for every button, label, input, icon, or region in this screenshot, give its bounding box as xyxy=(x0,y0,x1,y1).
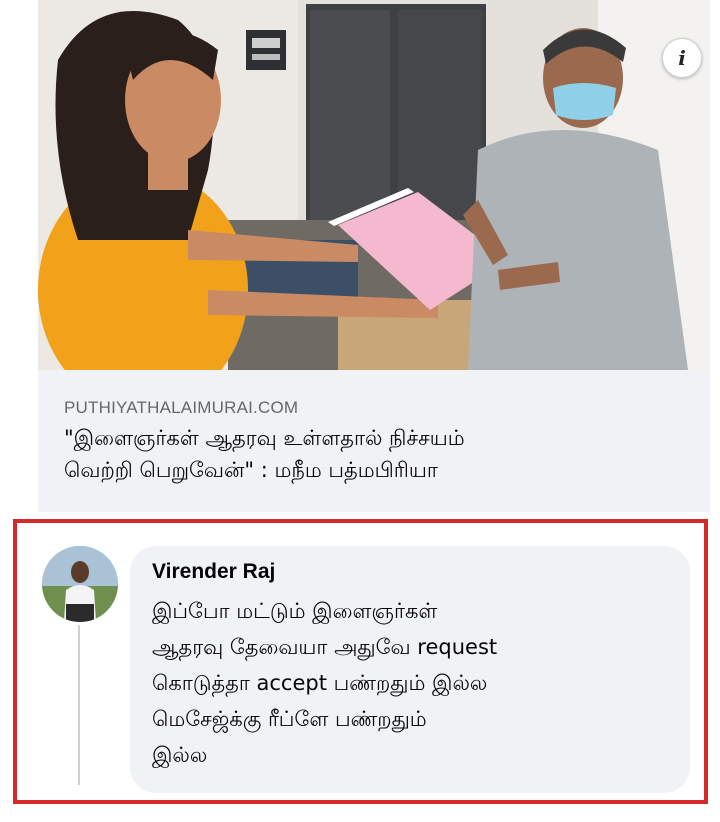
link-meta[interactable]: PUTHIYATHALAIMURAI.COM "இளைஞர்கள் ஆதரவு … xyxy=(38,370,710,512)
link-preview-card[interactable]: i PUTHIYATHALAIMURAI.COM "இளைஞர்கள் ஆதரவ… xyxy=(38,0,710,512)
comment-text: இப்போ மட்டும் இளைஞர்கள் ஆதரவு தேவையா அது… xyxy=(152,593,672,773)
link-headline[interactable]: "இளைஞர்கள் ஆதரவு உள்ளதால் நிச்சயம் வெற்ற… xyxy=(64,422,684,486)
avatar-illustration xyxy=(42,546,118,622)
comment-line: இப்போ மட்டும் இளைஞர்கள் xyxy=(152,599,438,623)
link-source: PUTHIYATHALAIMURAI.COM xyxy=(64,398,299,417)
comment-author[interactable]: Virender Raj xyxy=(152,560,275,584)
avatar[interactable] xyxy=(42,546,118,622)
comment-bubble[interactable]: Virender Raj இப்போ மட்டும் இளைஞர்கள் ஆதர… xyxy=(130,546,690,793)
info-icon[interactable]: i xyxy=(662,38,702,78)
comment-line: இல்ல xyxy=(152,743,208,767)
photo-illustration xyxy=(38,0,710,370)
post-photo[interactable]: i xyxy=(38,0,710,370)
comment-line: மெசேஜ்க்கு ரீப்ளே பண்றதும் xyxy=(152,707,427,731)
highlighted-comment: Virender Raj இப்போ மட்டும் இளைஞர்கள் ஆதர… xyxy=(13,519,708,804)
comment-line: கொடுத்தா accept பண்றதும் இல்ல xyxy=(152,671,488,695)
headline-line: வெற்றி பெறுவேன்" : மநீம பத்மபிரியா xyxy=(64,458,438,482)
headline-line: "இளைஞர்கள் ஆதரவு உள்ளதால் நிச்சயம் xyxy=(64,426,465,450)
comment-line: ஆதரவு தேவையா அதுவே request xyxy=(152,635,498,659)
thread-line xyxy=(78,625,80,785)
